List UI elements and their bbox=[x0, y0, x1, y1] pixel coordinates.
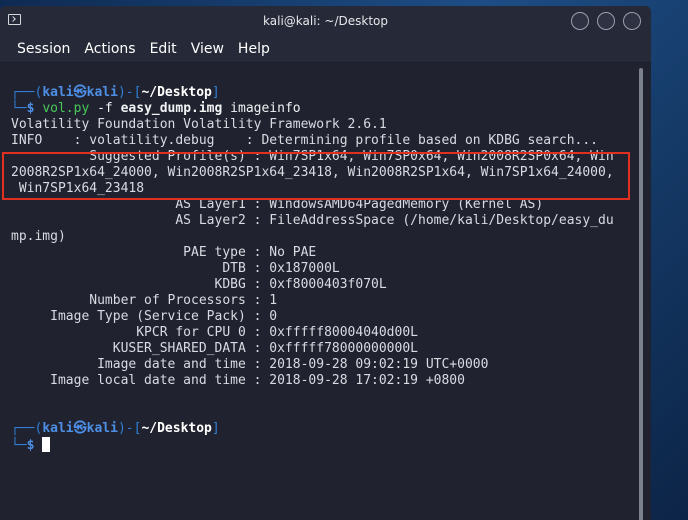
title-bar[interactable]: kali@kali: ~/Desktop bbox=[0, 6, 651, 36]
output-line: KPCR for CPU 0 : 0xfffff80004040d00L bbox=[11, 325, 418, 340]
output-line: Suggested Profile(s) : Win7SP1x64, Win7S… bbox=[11, 149, 614, 164]
scrollbar-thumb[interactable] bbox=[639, 68, 643, 520]
menu-bar: Session Actions Edit View Help bbox=[0, 36, 651, 63]
command-file: easy_dump.img bbox=[120, 101, 223, 116]
output-line: Win7SP1x64_23418 bbox=[11, 181, 145, 196]
output-line: AS Layer2 : FileAddressSpace (/home/kali… bbox=[11, 213, 614, 228]
command-line: └─$ vol.py -f easy_dump.img imageinfo bbox=[11, 101, 301, 116]
window-controls bbox=[571, 12, 641, 30]
menu-help[interactable]: Help bbox=[238, 41, 270, 57]
window-title: kali@kali: ~/Desktop bbox=[263, 14, 388, 28]
output-line: Volatility Foundation Volatility Framewo… bbox=[11, 117, 387, 132]
terminal-icon[interactable] bbox=[8, 14, 21, 25]
terminal-window: kali@kali: ~/Desktop Session Actions Edi… bbox=[0, 6, 651, 520]
prompt-user: kali bbox=[42, 85, 74, 100]
prompt-path: ~/Desktop bbox=[141, 85, 212, 100]
prompt-line-2: ┌──(kali㉿kali)-[~/Desktop] bbox=[11, 421, 220, 436]
maximize-button[interactable] bbox=[597, 12, 615, 30]
menu-session[interactable]: Session bbox=[17, 41, 70, 57]
output-line: Image local date and time : 2018-09-28 1… bbox=[11, 373, 465, 388]
output-line: PAE type : No PAE bbox=[11, 245, 317, 260]
command-program: vol.py bbox=[42, 101, 90, 116]
output-line: Image date and time : 2018-09-28 09:02:1… bbox=[11, 357, 489, 372]
output-line: KDBG : 0xf8000403f070L bbox=[11, 277, 387, 292]
output-line: INFO : volatility.debug : Determining pr… bbox=[11, 133, 598, 148]
close-button[interactable] bbox=[623, 12, 641, 30]
menu-actions[interactable]: Actions bbox=[84, 41, 135, 57]
terminal-output[interactable]: ┌──(kali㉿kali)-[~/Desktop] └─$ vol.py -f… bbox=[0, 63, 631, 520]
output-line: 2008R2SP1x64_24000, Win2008R2SP1x64_2341… bbox=[11, 165, 614, 180]
output-line: mp.img) bbox=[11, 229, 66, 244]
menu-edit[interactable]: Edit bbox=[150, 41, 177, 57]
menu-view[interactable]: View bbox=[191, 41, 224, 57]
output-line: Number of Processors : 1 bbox=[11, 293, 278, 308]
text-cursor bbox=[42, 437, 51, 452]
prompt-host: kali bbox=[86, 85, 118, 100]
input-line[interactable]: └─$ bbox=[11, 437, 631, 453]
scrollbar[interactable] bbox=[631, 63, 651, 520]
output-line: DTB : 0x187000L bbox=[11, 261, 340, 276]
output-line: AS Layer1 : WindowsAMD64PagedMemory (Ker… bbox=[11, 197, 544, 212]
output-line: KUSER_SHARED_DATA : 0xfffff78000000000L bbox=[11, 341, 418, 356]
minimize-button[interactable] bbox=[571, 12, 589, 30]
prompt-line-1: ┌──(kali㉿kali)-[~/Desktop] bbox=[11, 85, 220, 100]
output-line: Image Type (Service Pack) : 0 bbox=[11, 309, 278, 324]
